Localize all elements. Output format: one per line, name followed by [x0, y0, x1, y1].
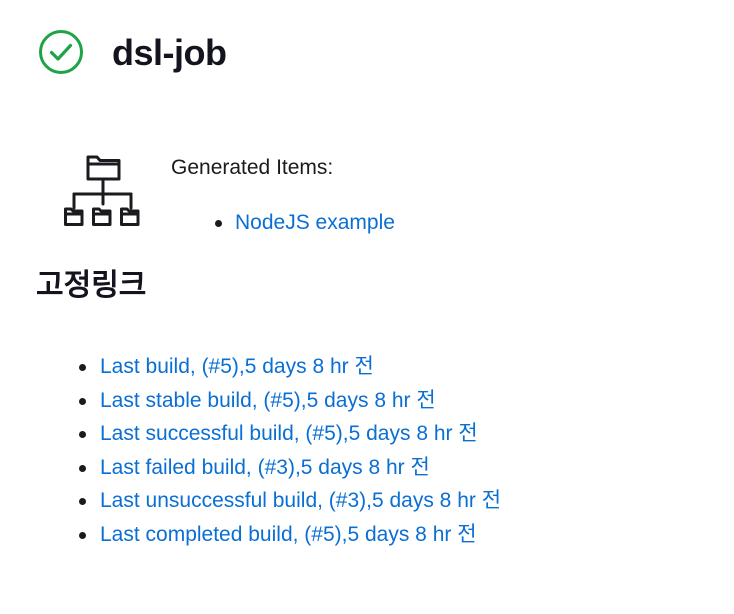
permalink-item: Last unsuccessful build, (#3),5 days 8 h…	[76, 486, 501, 520]
permalink-item: Last successful build, (#5),5 days 8 hr …	[76, 419, 501, 453]
permalink-item: Last stable build, (#5),5 days 8 hr 전	[76, 386, 501, 420]
last-completed-build-link[interactable]: Last completed build, (#5),5 days 8 hr 전	[100, 523, 477, 546]
last-unsuccessful-build-link[interactable]: Last unsuccessful build, (#3),5 days 8 h…	[100, 489, 501, 512]
check-circle-icon	[39, 30, 83, 74]
job-title: dsl-job	[112, 32, 227, 73]
generated-items-section: Generated Items: NodeJS example	[62, 148, 722, 238]
last-failed-build-link[interactable]: Last failed build, (#3),5 days 8 hr 전	[100, 456, 430, 479]
permalink-item: Last completed build, (#5),5 days 8 hr 전	[76, 520, 501, 554]
permalink-item: Last build, (#5),5 days 8 hr 전	[76, 352, 501, 386]
permalinks-title: 고정링크	[36, 269, 147, 302]
permalinks-list: Last build, (#5),5 days 8 hr 전 Last stab…	[76, 352, 501, 554]
hierarchy-folder-icon	[64, 155, 140, 226]
generated-items-label: Generated Items:	[171, 156, 334, 179]
generated-item-link-nodejs-example[interactable]: NodeJS example	[235, 211, 395, 234]
last-stable-build-link[interactable]: Last stable build, (#5),5 days 8 hr 전	[100, 389, 436, 412]
last-successful-build-link[interactable]: Last successful build, (#5),5 days 8 hr …	[100, 422, 478, 445]
last-build-link[interactable]: Last build, (#5),5 days 8 hr 전	[100, 355, 374, 378]
permalink-item: Last failed build, (#3),5 days 8 hr 전	[76, 453, 501, 487]
generated-item: NodeJS example	[212, 210, 395, 236]
job-header	[38, 28, 84, 76]
generated-items-list: NodeJS example	[212, 210, 395, 236]
